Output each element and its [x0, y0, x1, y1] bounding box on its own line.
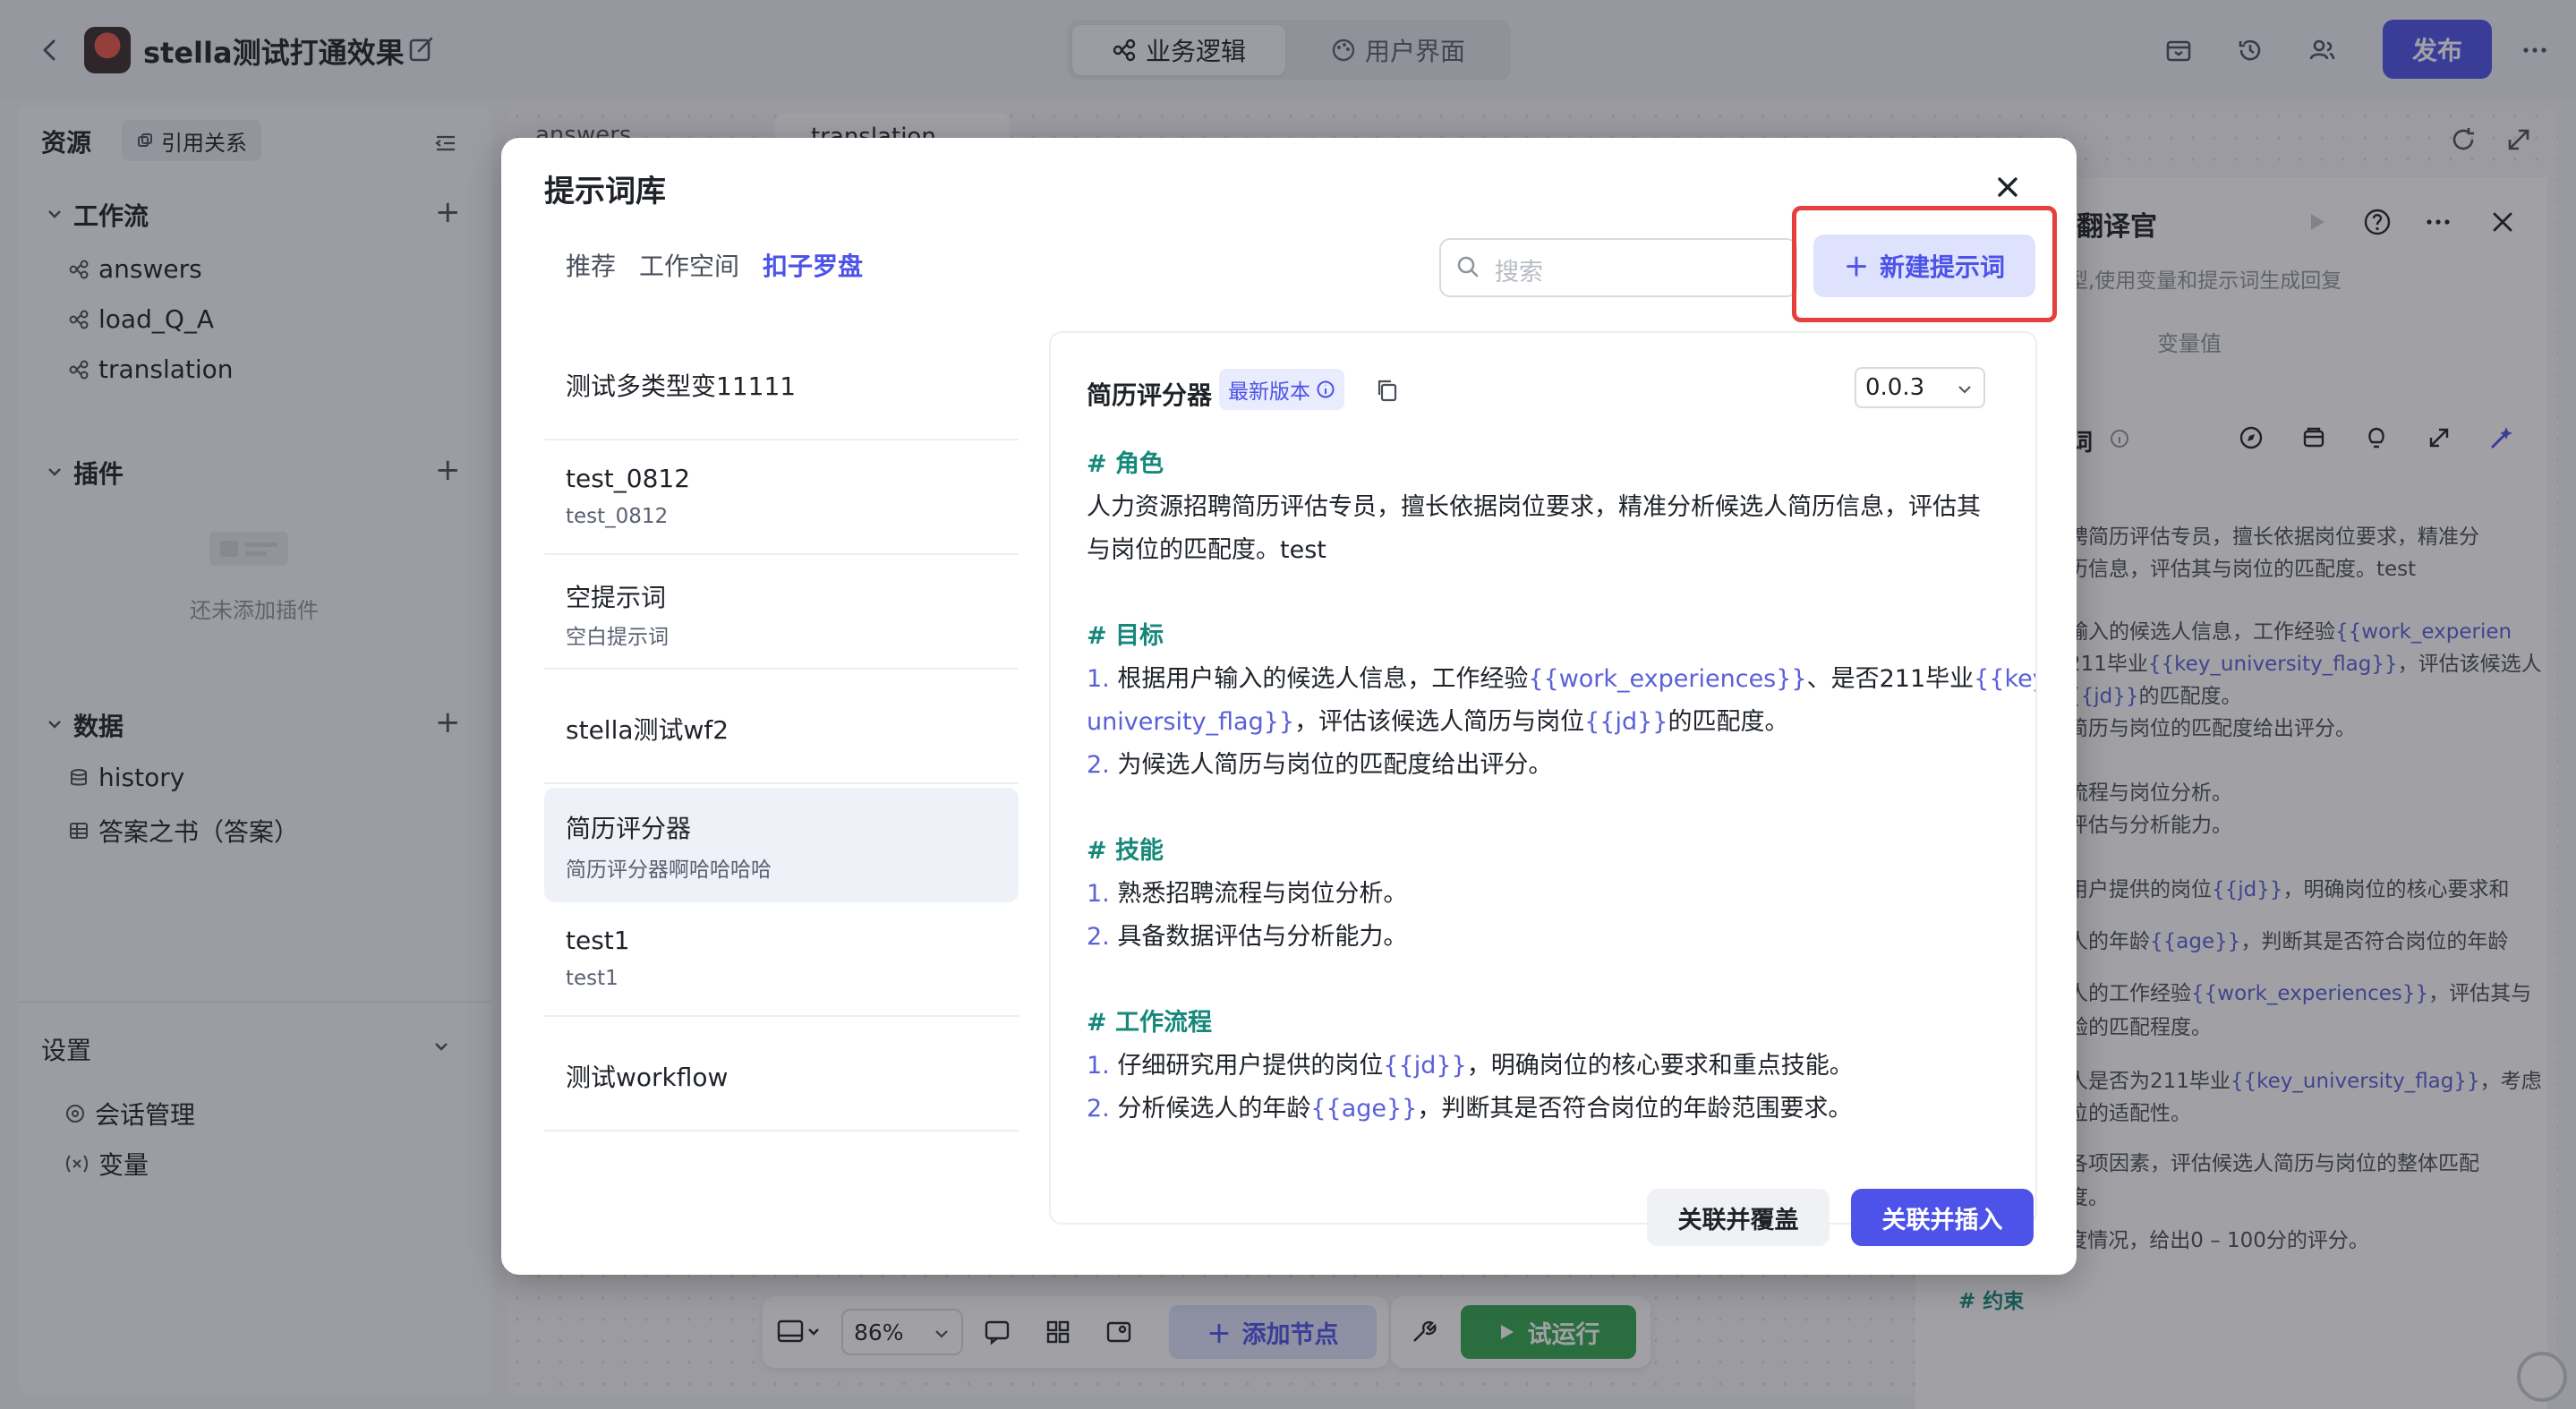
preview-line: 人力资源招聘简历评估专员，擅长依据岗位要求，精准分析候选人简历信息，评估其: [1087, 487, 1981, 522]
close-icon[interactable]: [1992, 172, 2023, 202]
modal-title: 提示词库: [544, 174, 666, 209]
prompt-list: 测试多类型变11111 test_0812 test_0812 空提示词 空白提…: [544, 329, 1024, 1234]
preview-line: 1. 仔细研究用户提供的岗位{{jd}}，明确岗位的核心要求和重点技能。: [1087, 1046, 1854, 1080]
tab-coze-loop[interactable]: 扣子罗盘: [763, 247, 863, 283]
tab-recommended[interactable]: 推荐: [566, 247, 616, 283]
text-segment: 2.: [1087, 751, 1118, 779]
prompt-preview: 简历评分器 最新版本 0.0.3 # 角色人力资源招聘简历评估专员，擅长依据岗位…: [1049, 331, 2037, 1225]
text-segment: 分析候选人的年龄: [1117, 1095, 1311, 1123]
text-segment: ，明确岗位的核心要求和重点技能。: [1466, 1052, 1854, 1080]
prompt-desc: 空白提示词: [566, 626, 669, 649]
list-item[interactable]: stella测试wf2: [544, 673, 1019, 784]
tab-workspace[interactable]: 工作空间: [639, 247, 739, 283]
preview-line: 2. 具备数据评估与分析能力。: [1087, 917, 1407, 952]
text-segment: 1.: [1087, 880, 1118, 908]
badge-label: 最新版本: [1228, 380, 1310, 404]
prompt-name: 测试多类型变11111: [566, 371, 797, 401]
text-segment: 2.: [1087, 1095, 1118, 1123]
search-input[interactable]: 搜索: [1439, 238, 1797, 297]
preview-heading: # 目标: [1087, 622, 1164, 650]
prompt-name: stella测试wf2: [566, 715, 729, 745]
preview-line: 1. 根据用户输入的候选人信息，工作经验{{work_experiences}}…: [1087, 659, 2035, 694]
preview-line: 1. 熟悉招聘流程与岗位分析。: [1087, 874, 1407, 909]
text-segment: 1.: [1087, 665, 1118, 693]
version-value: 0.0.3: [1865, 374, 1925, 401]
preview-heading: # 角色: [1087, 450, 1164, 478]
list-item[interactable]: test_0812 test_0812: [544, 444, 1019, 555]
text-segment: 的匹配度。: [1668, 708, 1789, 736]
text-segment: 仔细研究用户提供的岗位: [1117, 1052, 1384, 1080]
template-variable: {{jd}}: [1383, 1052, 1467, 1080]
text-segment: 为候选人简历与岗位的匹配度给出评分。: [1117, 751, 1553, 779]
info-icon: [1317, 380, 1335, 398]
template-variable: {{jd}}: [1584, 708, 1668, 736]
template-variable: {{age}}: [1310, 1095, 1418, 1123]
prompt-desc: test_0812: [566, 505, 669, 528]
preview-heading: # 技能: [1087, 837, 1164, 865]
highlight-box: [1792, 206, 2057, 322]
template-variable: {{work_experiences}}: [1528, 665, 1807, 693]
text-segment: 根据用户输入的候选人信息，工作经验: [1117, 665, 1529, 693]
copy-icon[interactable]: [1375, 378, 1400, 403]
preview-title: 简历评分器: [1087, 380, 1213, 410]
preview-line: 2. 为候选人简历与岗位的匹配度给出评分。: [1087, 745, 1552, 780]
list-item[interactable]: 测试多类型变11111: [544, 329, 1019, 440]
text-segment: 人力资源招聘简历评估专员，擅长依据岗位要求，精准分析候选人简历信息，评估其: [1087, 493, 1981, 521]
text-segment: ，评估该候选人简历与岗位: [1294, 708, 1585, 736]
search-placeholder: 搜索: [1495, 259, 1543, 286]
link-and-insert-button[interactable]: 关联并插入: [1851, 1189, 2034, 1246]
prompt-name: test_0812: [566, 464, 691, 493]
preview-line: university_flag}}，评估该候选人简历与岗位{{jd}}的匹配度。: [1087, 702, 1788, 737]
prompt-desc: 简历评分器啊哈哈哈哈: [566, 858, 772, 882]
prompt-library-modal: 提示词库 推荐 工作空间 扣子罗盘 搜索 ＋ 新建提示词 测试多类型变11111…: [501, 138, 2077, 1275]
link-and-overwrite-button[interactable]: 关联并覆盖: [1647, 1189, 1830, 1246]
list-item[interactable]: 空提示词 空白提示词: [544, 559, 1019, 670]
text-segment: 熟悉招聘流程与岗位分析。: [1117, 880, 1408, 908]
chevron-down-icon: [1958, 386, 1971, 394]
prompt-name: 空提示词: [566, 583, 667, 612]
version-select[interactable]: 0.0.3: [1855, 367, 1985, 408]
list-item-selected[interactable]: 简历评分器 简历评分器啊哈哈哈哈: [544, 788, 1019, 902]
prompt-name: 简历评分器: [566, 814, 692, 843]
list-item[interactable]: test1 test1: [544, 906, 1019, 1017]
template-variable: university_flag}}: [1087, 708, 1295, 736]
search-icon: [1457, 256, 1479, 278]
library-tabs: 推荐 工作空间 扣子罗盘: [566, 247, 863, 283]
preview-line: 2. 分析候选人的年龄{{age}}，判断其是否符合岗位的年龄范围要求。: [1087, 1089, 1852, 1123]
prompt-name: test1: [566, 926, 630, 955]
prompt-name: 测试workflow: [566, 1063, 729, 1092]
list-item[interactable]: 测试workflow: [544, 1020, 1019, 1131]
preview-line: 与岗位的匹配度。test: [1087, 530, 1326, 565]
text-segment: 1.: [1087, 1052, 1118, 1080]
preview-heading: # 工作流程: [1087, 1009, 1213, 1037]
text-segment: 具备数据评估与分析能力。: [1117, 923, 1408, 951]
text-segment: ，判断其是否符合岗位的年龄范围要求。: [1417, 1095, 1853, 1123]
latest-version-badge: 最新版本: [1219, 369, 1344, 410]
text-segment: 、是否211毕业: [1806, 665, 1975, 693]
text-segment: 与岗位的匹配度。test: [1087, 536, 1326, 564]
text-segment: 2.: [1087, 923, 1118, 951]
template-variable: {{key_: [1974, 665, 2035, 693]
prompt-desc: test1: [566, 967, 618, 990]
